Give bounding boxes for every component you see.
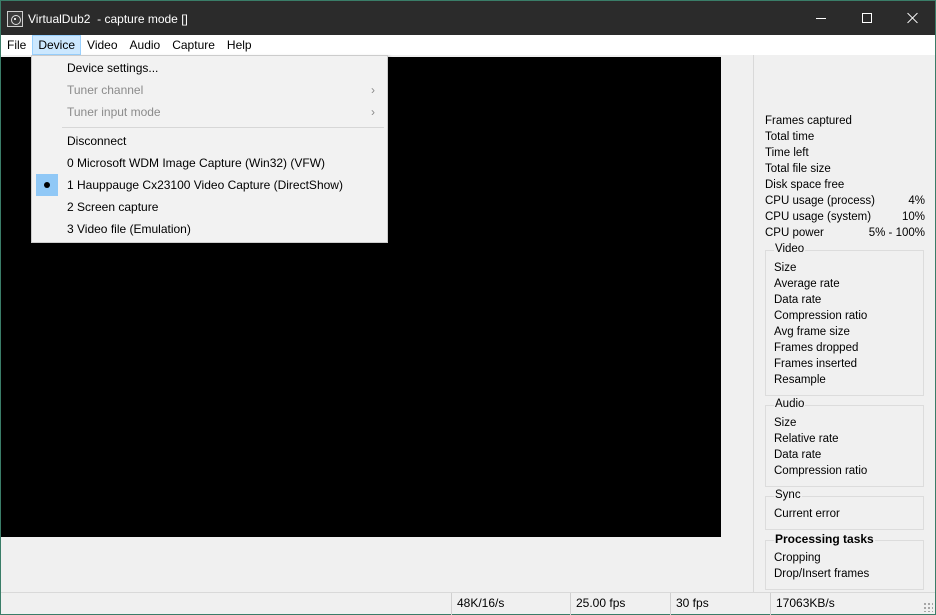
- menu-item-label: Device settings...: [67, 61, 159, 75]
- menu-help[interactable]: Help: [221, 35, 258, 55]
- status-frame-rate: 25.00 fps: [570, 593, 670, 615]
- group-title: Video: [774, 243, 806, 255]
- processing-tasks-group: Processing tasks Cropping Drop/Insert fr…: [765, 532, 924, 590]
- audio-relative-rate-label: Relative rate: [774, 433, 839, 445]
- video-frames-inserted-label: Frames inserted: [774, 358, 858, 370]
- menu-audio[interactable]: Audio: [124, 35, 167, 55]
- stat-frames-captured: Frames captured: [765, 115, 925, 131]
- stat-label: Total file size: [765, 163, 831, 175]
- menu-item-device-settings[interactable]: Device settings...: [34, 57, 385, 79]
- stat-value: 10%: [901, 211, 925, 223]
- stat-disk-space-free: Disk space free: [765, 179, 925, 195]
- menu-item-label: 2 Screen capture: [67, 200, 159, 214]
- title-bar[interactable]: VirtualDub2 - capture mode []: [1, 1, 935, 35]
- minimize-icon: [816, 17, 826, 19]
- stat-label: CPU usage (system): [765, 211, 872, 223]
- stat-label: Disk space free: [765, 179, 845, 191]
- video-group: Video Size Average rate Data rate Compre…: [765, 243, 924, 396]
- app-icon[interactable]: [7, 11, 23, 27]
- audio-compression-ratio-label: Compression ratio: [774, 465, 868, 477]
- menu-item-tuner-input-mode[interactable]: Tuner input mode ›: [34, 101, 385, 123]
- stat-cpu-power: CPU power 5% - 100%: [765, 227, 925, 243]
- maximize-button[interactable]: [844, 1, 890, 35]
- menu-item-label: Tuner channel: [67, 83, 144, 97]
- submenu-arrow-icon: ›: [371, 83, 375, 97]
- close-icon: [907, 12, 919, 24]
- menu-item-label: 1 Hauppauge Cx23100 Video Capture (Direc…: [67, 178, 343, 192]
- video-compression-ratio-label: Compression ratio: [774, 310, 868, 322]
- stat-total-time: Total time: [765, 131, 925, 147]
- stat-label: Time left: [765, 147, 809, 159]
- video-size-label: Size: [774, 262, 797, 274]
- stat-cpu-system: CPU usage (system) 10%: [765, 211, 925, 227]
- stat-cpu-process: CPU usage (process) 4%: [765, 195, 925, 211]
- group-title: Processing tasks: [774, 532, 875, 546]
- stat-label: CPU power: [765, 227, 824, 239]
- stat-total-file-size: Total file size: [765, 163, 925, 179]
- menu-item-device-1[interactable]: 1 Hauppauge Cx23100 Video Capture (Direc…: [34, 174, 385, 196]
- menu-video[interactable]: Video: [81, 35, 123, 55]
- menu-file[interactable]: File: [1, 35, 32, 55]
- maximize-icon: [862, 13, 872, 23]
- audio-size-label: Size: [774, 417, 797, 429]
- menu-item-disconnect[interactable]: Disconnect: [34, 130, 385, 152]
- menu-item-device-3[interactable]: 3 Video file (Emulation): [34, 218, 385, 240]
- menu-item-tuner-channel[interactable]: Tuner channel ›: [34, 79, 385, 101]
- video-average-rate-label: Average rate: [774, 278, 840, 290]
- stat-time-left: Time left: [765, 147, 925, 163]
- status-data-rate: 17063KB/s: [770, 593, 920, 615]
- menu-capture[interactable]: Capture: [166, 35, 221, 55]
- video-frames-dropped-label: Frames dropped: [774, 342, 859, 354]
- group-title: Sync: [774, 489, 802, 501]
- stat-label: Total time: [765, 131, 815, 143]
- video-resample-label: Resample: [774, 374, 826, 386]
- menu-item-label: 3 Video file (Emulation): [67, 222, 191, 236]
- menu-item-device-2[interactable]: 2 Screen capture: [34, 196, 385, 218]
- status-bar: 48K/16/s 25.00 fps 30 fps 17063KB/s: [1, 592, 935, 615]
- menu-bar: File Device Video Audio Capture Help: [1, 35, 935, 55]
- menu-item-label: Tuner input mode: [67, 105, 161, 119]
- processing-drop-insert-label: Drop/Insert frames: [774, 568, 870, 580]
- stat-value: 4%: [908, 195, 925, 207]
- window-title: VirtualDub2 - capture mode []: [28, 12, 188, 26]
- sync-group: Sync Current error: [765, 489, 924, 530]
- sync-current-error-label: Current error: [774, 508, 840, 520]
- group-title: Audio: [774, 398, 806, 410]
- menu-item-device-0[interactable]: 0 Microsoft WDM Image Capture (Win32) (V…: [34, 152, 385, 174]
- menu-item-label: Disconnect: [67, 134, 127, 148]
- stat-label: Frames captured: [765, 115, 852, 127]
- audio-data-rate-label: Data rate: [774, 449, 822, 461]
- capture-window: VirtualDub2 - capture mode [] File Devic…: [0, 0, 936, 615]
- status-audio-format: 48K/16/s: [451, 593, 570, 615]
- video-data-rate-label: Data rate: [774, 294, 822, 306]
- menu-device[interactable]: Device: [32, 35, 82, 55]
- video-avg-frame-size-label: Avg frame size: [774, 326, 850, 338]
- menu-item-label: 0 Microsoft WDM Image Capture (Win32) (V…: [67, 156, 326, 170]
- radio-check-icon: [36, 174, 58, 196]
- audio-group: Audio Size Relative rate Data rate Compr…: [765, 398, 924, 487]
- minimize-button[interactable]: [798, 1, 844, 35]
- submenu-arrow-icon: ›: [371, 105, 375, 119]
- resize-grip-icon[interactable]: [923, 602, 933, 612]
- stat-value: 5% - 100%: [868, 227, 925, 239]
- device-menu: Device settings... Tuner channel › Tuner…: [31, 55, 388, 243]
- close-button[interactable]: [890, 1, 936, 35]
- capture-status-panel: Frames captured Total time Time left Tot…: [755, 55, 935, 592]
- stat-label: CPU usage (process): [765, 195, 875, 207]
- menu-separator: [62, 127, 384, 128]
- status-actual-fps: 30 fps: [670, 593, 770, 615]
- processing-cropping-label: Cropping: [774, 552, 821, 564]
